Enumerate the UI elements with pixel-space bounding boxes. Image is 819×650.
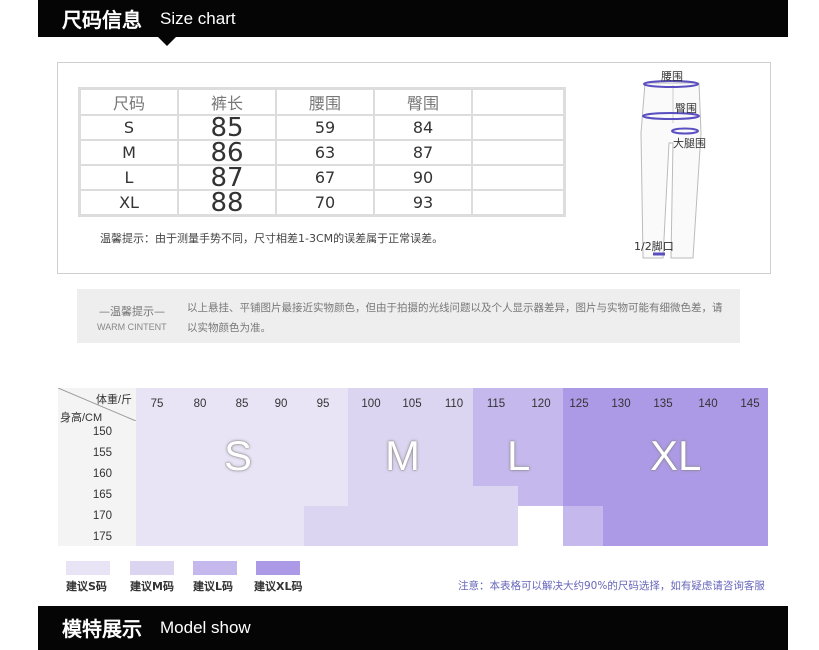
banner-notch [158, 37, 176, 46]
diagram-thigh-label: 大腿围 [673, 137, 706, 150]
warm-tip-en: WARM CINTENT [97, 322, 167, 332]
row-size: L [78, 164, 179, 191]
header-waist: 腰围 [275, 87, 375, 116]
size-panel: 尺码 裤长 腰围 臀围 S 85 59 84 M 86 63 87 L 87 6… [57, 62, 771, 274]
weight-label: 105 [402, 398, 422, 410]
weight-label: 125 [569, 398, 589, 410]
zone-l-label: L [507, 432, 531, 479]
model-show-banner: 模特展示 Model show [38, 606, 788, 650]
weight-label: 100 [361, 398, 381, 410]
height-label: 155 [92, 447, 112, 459]
diagram-waist-label: 腰围 [661, 70, 683, 83]
header-size: 尺码 [78, 87, 179, 116]
legend-swatch-m [130, 561, 174, 575]
model-show-title-en: Model show [160, 618, 251, 637]
warm-tip-box: —温馨提示— WARM CINTENT 以上悬挂、平铺图片最接近实物颜色，但由于… [77, 289, 740, 343]
size-chart-title-en: Size chart [160, 9, 236, 28]
height-label: 170 [92, 510, 112, 522]
row-waist: 67 [275, 164, 375, 191]
weight-label: 120 [531, 398, 551, 410]
row-blank [471, 139, 566, 166]
zone-l-ext [518, 486, 563, 506]
row-blank [471, 164, 566, 191]
weight-label: 130 [611, 398, 631, 410]
weight-label: 80 [193, 398, 207, 410]
zone-l-bottom [563, 506, 603, 546]
diagram-hip-label: 臀围 [675, 102, 697, 115]
table-row: XL 88 70 93 [78, 189, 566, 217]
legend-swatch-l [193, 561, 237, 575]
row-waist: 70 [275, 189, 375, 217]
weight-label: 85 [235, 398, 249, 410]
row-blank [471, 189, 566, 217]
chart-note: 注意：本表格可以解决大约90%的尺码选择，如有疑虑请咨询客服 [458, 580, 765, 592]
row-blank [471, 114, 566, 141]
height-label: 150 [92, 426, 112, 438]
row-hip: 93 [373, 189, 473, 217]
row-hip: 90 [373, 164, 473, 191]
weight-label: 145 [740, 398, 760, 410]
legend-label-s: 建议S码 [66, 580, 107, 593]
warm-tip-text: 以上悬挂、平铺图片最接近实物颜色，但由于拍摄的光线问题以及个人显示器差异，图片与… [187, 302, 723, 334]
zone-m-label: M [385, 432, 420, 479]
model-show-title-cn: 模特展示 [62, 617, 142, 641]
row-size: S [78, 114, 179, 141]
zone-s-label: S [224, 432, 253, 479]
pants-diagram-icon [640, 80, 702, 259]
legend-label-l: 建议L码 [193, 580, 234, 593]
weight-label: 90 [274, 398, 288, 410]
header-blank [471, 87, 566, 116]
table-row: M 86 63 87 [78, 139, 566, 166]
row-length: 86 [177, 139, 277, 166]
row-length: 85 [177, 114, 277, 141]
weight-label: 75 [150, 398, 164, 410]
weight-label: 115 [486, 398, 506, 410]
table-row: S 85 59 84 [78, 114, 566, 141]
height-label: 175 [92, 531, 112, 543]
weight-label: 95 [316, 398, 330, 410]
height-label: 160 [92, 468, 112, 480]
legend-swatch-s [66, 561, 110, 575]
row-waist: 59 [275, 114, 375, 141]
chart-row-header-band [58, 421, 136, 546]
warm-tip-title: —温馨提示— [99, 305, 165, 318]
legend-swatch-xl [256, 561, 300, 575]
row-length: 87 [177, 164, 277, 191]
row-hip: 84 [373, 114, 473, 141]
weight-label: 110 [444, 398, 464, 410]
header-hip: 臀围 [373, 87, 473, 116]
row-waist: 63 [275, 139, 375, 166]
row-length: 88 [177, 189, 277, 217]
weight-label: 135 [653, 398, 673, 410]
row-size: XL [78, 189, 179, 217]
legend-label-m: 建议M码 [130, 580, 174, 593]
row-size: M [78, 139, 179, 166]
weight-label: 140 [698, 398, 718, 410]
diagram-leg-opening-label: 1/2脚口 [634, 240, 674, 253]
weight-header: 体重/斤 [96, 394, 133, 406]
size-chart-banner: 尺码信息 Size chart [38, 0, 788, 46]
size-chart-title-cn: 尺码信息 [62, 8, 142, 32]
zone-xl-label: XL [650, 432, 702, 479]
height-header: 身高/CM [60, 412, 103, 424]
legend-label-xl: 建议XL码 [254, 580, 303, 593]
row-hip: 87 [373, 139, 473, 166]
height-label: 165 [92, 489, 112, 501]
size-table-header: 尺码 裤长 腰围 臀围 [78, 87, 566, 116]
header-length: 裤长 [177, 87, 277, 116]
size-note: 温馨提示：由于测量手势不同，尺寸相差1-3CM的误差属于正常误差。 [100, 232, 444, 245]
zone-m-ext [304, 506, 348, 546]
table-row: L 87 67 90 [78, 164, 566, 191]
size-table: 尺码 裤长 腰围 臀围 S 85 59 84 M 86 63 87 L 87 6… [78, 87, 566, 217]
zone-m-bottom [473, 486, 518, 546]
